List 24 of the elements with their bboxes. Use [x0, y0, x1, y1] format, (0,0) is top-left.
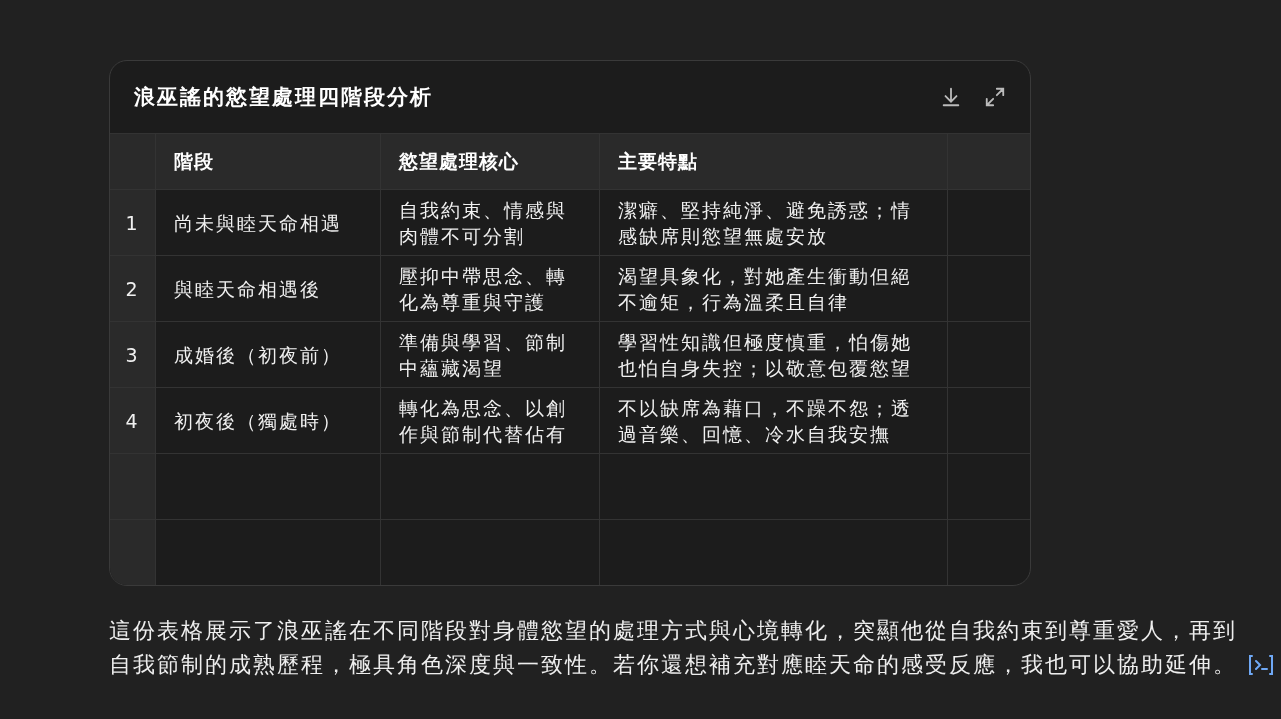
table-cell: 準備與學習、節制中蘊藏渴望 — [380, 321, 599, 387]
row-number: 1 — [110, 189, 155, 255]
table-cell: 自我約束、情感與肉體不可分割 — [380, 189, 599, 255]
table-title: 浪巫謠的慾望處理四階段分析 — [134, 84, 433, 111]
table-cell: 渴望具象化，對她產生衝動但絕不逾矩，行為溫柔且自律 — [599, 255, 947, 321]
column-header: 慾望處理核心 — [380, 133, 599, 189]
table-cell: 壓抑中帶思念、轉化為尊重與守護 — [380, 255, 599, 321]
column-header: 主要特點 — [599, 133, 947, 189]
table-cell: 學習性知識但極度慎重，怕傷她也怕自身失控；以敬意包覆慾望 — [599, 321, 947, 387]
table-cell: 轉化為思念、以創作與節制代替佔有 — [380, 387, 599, 453]
expand-icon[interactable] — [984, 86, 1006, 108]
table-cell: 尚未與睦天命相遇 — [155, 189, 380, 255]
row-number: 4 — [110, 387, 155, 453]
table-cell: 潔癖、堅持純淨、避免誘惑；情感缺席則慾望無處安放 — [599, 189, 947, 255]
row-number: 3 — [110, 321, 155, 387]
row-number: 2 — [110, 255, 155, 321]
table-cell: 與睦天命相遇後 — [155, 255, 380, 321]
download-icon[interactable] — [940, 86, 962, 108]
table-cell: 不以缺席為藉口，不躁不怨；透過音樂、回憶、冷水自我安撫 — [599, 387, 947, 453]
citation-icon[interactable] — [1247, 654, 1275, 676]
column-header: 階段 — [155, 133, 380, 189]
table-cell: 初夜後（獨處時） — [155, 387, 380, 453]
table-cell: 成婚後（初夜前） — [155, 321, 380, 387]
response-paragraph: 這份表格展示了浪巫謠在不同階段對身體慾望的處理方式與心境轉化，突顯他從自我約束到尊重愛人，再到自我節制的成熟歷程，極具角色深度與一致性。若你還想補充對應睦天命的感受反應，我也可以協助延伸。 — [109, 617, 1238, 679]
